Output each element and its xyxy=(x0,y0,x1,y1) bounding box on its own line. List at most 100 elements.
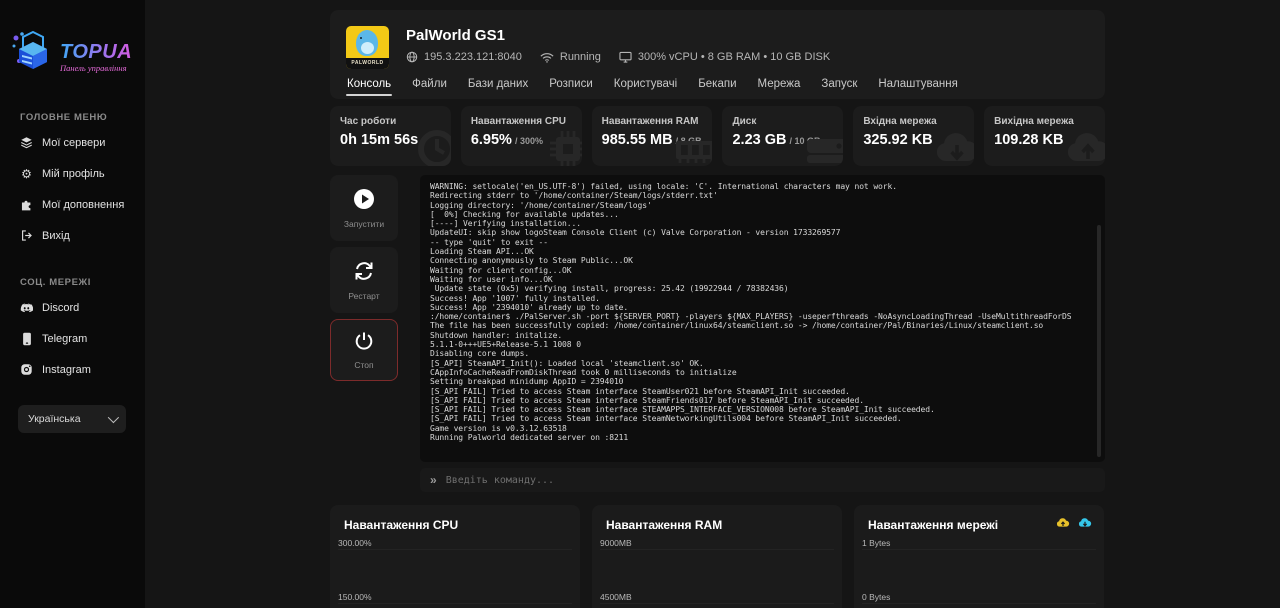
console-line: WARNING: setlocale('en_US.UTF-8') failed… xyxy=(430,182,1095,191)
charts-row: Навантаження CPU 300.00% 150.00% Наванта… xyxy=(330,505,1105,608)
console-line: Success! App '1007' fully installed. xyxy=(430,294,1095,303)
sidebar-item-servers[interactable]: Мої сервери xyxy=(0,127,145,158)
stat-value: 2.23 GB xyxy=(732,132,786,148)
chevron-down-icon xyxy=(108,412,119,423)
brand-subtitle: Панель управління xyxy=(60,63,132,73)
console-line: Loading Steam API...OK xyxy=(430,247,1095,256)
console-line: UpdateUI: skip show logoSteam Console Cl… xyxy=(430,228,1095,237)
brand-name: TOPUA xyxy=(60,42,132,62)
chart-cpu: Навантаження CPU 300.00% 150.00% xyxy=(330,505,580,608)
stat-disk: Диск 2.23 GB/ 10 GB xyxy=(722,106,843,166)
y-tick: 0 Bytes xyxy=(862,592,890,602)
server-resources: 300% vCPU • 8 GB RAM • 10 GB DISK xyxy=(619,51,830,63)
stat-network-out: Вихідна мережа 109.28 KB xyxy=(984,106,1105,166)
sidebar-item-addons[interactable]: Мої доповнення xyxy=(0,189,145,220)
console-line: [ 0%] Checking for available updates... xyxy=(430,210,1095,219)
console-line: Logging directory: '/home/container/Stea… xyxy=(430,201,1095,210)
power-icon xyxy=(354,331,374,354)
language-value: Українська xyxy=(28,413,81,425)
stat-value: 325.92 KB xyxy=(863,132,932,148)
sidebar-item-instagram[interactable]: Instagram xyxy=(0,354,145,385)
start-button[interactable]: Запустити xyxy=(330,175,398,241)
console-line: Setting breakpad minidump AppID = 239401… xyxy=(430,377,1095,386)
stat-network-in: Вхідна мережа 325.92 KB xyxy=(853,106,974,166)
stat-value: 0h 15m 56s xyxy=(340,132,418,148)
language-select[interactable]: Українська xyxy=(18,405,126,433)
sign-out-icon xyxy=(20,229,33,242)
console-line: The file has been successfully copied: /… xyxy=(430,321,1095,330)
tab[interactable]: Налаштування xyxy=(877,78,958,99)
globe-icon xyxy=(406,51,418,63)
sidebar-section-social: СОЦ. МЕРЕЖІ xyxy=(20,277,145,288)
stat-limit: / 300% xyxy=(515,136,543,146)
stat-uptime: Час роботи 0h 15m 56s xyxy=(330,106,451,166)
ram-icon xyxy=(674,129,712,166)
stats-row: Час роботи 0h 15m 56s Навантаження CPU 6… xyxy=(330,106,1105,166)
stop-button[interactable]: Стоп xyxy=(330,319,398,381)
stat-ram: Навантаження RAM 985.55 MB/ 8 GB xyxy=(592,106,713,166)
prompt-chevrons-icon: » xyxy=(430,474,437,486)
console-line: Shutdown handler: initalize. xyxy=(430,331,1095,340)
palworld-logo-text: PALWORLD xyxy=(346,58,389,69)
sidebar-item-label: Мої сервери xyxy=(42,137,105,149)
clock-icon xyxy=(417,129,451,166)
server-status: Running xyxy=(540,51,601,63)
brand-logo[interactable]: TOPUA Панель управління xyxy=(0,14,145,86)
console-line: [S_API FAIL] Tried to access Steam inter… xyxy=(430,405,1095,414)
console-lines: WARNING: setlocale('en_US.UTF-8') failed… xyxy=(430,182,1095,442)
console-line: CAppInfoCacheReadFromDiskThread took 0 m… xyxy=(430,368,1095,377)
sidebar-item-discord[interactable]: Discord xyxy=(0,292,145,323)
panel-root: TOPUA Панель управління ГОЛОВНЕ МЕНЮ Мої… xyxy=(0,0,1280,608)
console-line: Redirecting stderr to '/home/container/S… xyxy=(430,191,1095,200)
restart-icon xyxy=(353,260,375,285)
console-line: Connecting anonymously to Steam Public..… xyxy=(430,256,1095,265)
cpu-icon xyxy=(548,129,582,166)
cloud-upload-icon xyxy=(1065,129,1105,166)
y-tick: 9000MB xyxy=(600,538,632,548)
network-legend xyxy=(1056,517,1092,529)
sidebar-item-telegram[interactable]: Telegram xyxy=(0,323,145,354)
stat-value: 109.28 KB xyxy=(994,132,1063,148)
console-line: Waiting for client config...OK xyxy=(430,266,1095,275)
tab[interactable]: Розписи xyxy=(548,78,594,99)
cloud-download-icon xyxy=(934,129,974,166)
ukraine-flag-icon xyxy=(114,30,134,42)
server-avatar: PALWORLD xyxy=(346,26,389,69)
tab[interactable]: Запуск xyxy=(820,78,858,99)
console-line: Game version is v0.3.12.63518 xyxy=(430,424,1095,433)
discord-icon xyxy=(20,301,33,314)
wifi-icon xyxy=(540,52,554,63)
sidebar-item-profile[interactable]: ⚙ Мій профіль xyxy=(0,158,145,189)
console-line: Success! App '2394010' already up to dat… xyxy=(430,303,1095,312)
console-scrollbar[interactable] xyxy=(1097,225,1101,457)
chart-ram: Навантаження RAM 9000MB 4500MB xyxy=(592,505,842,608)
sidebar-section-main: ГОЛОВНЕ МЕНЮ xyxy=(20,112,145,123)
tab[interactable]: Користувачі xyxy=(613,78,678,99)
stat-value: 985.55 MB xyxy=(602,132,673,148)
sidebar-item-label: Мій профіль xyxy=(42,168,105,180)
console-line: [S_API FAIL] Tried to access Steam inter… xyxy=(430,396,1095,405)
tab[interactable]: Бекапи xyxy=(697,78,737,99)
tab[interactable]: Консоль xyxy=(346,78,392,99)
hdd-icon xyxy=(805,129,843,166)
tab[interactable]: Мережа xyxy=(757,78,802,99)
tab[interactable]: Файли xyxy=(411,78,448,99)
y-tick: 4500MB xyxy=(600,592,632,602)
instagram-icon xyxy=(20,363,33,376)
restart-button[interactable]: Рестарт xyxy=(330,247,398,313)
sidebar-item-logout[interactable]: Вихід xyxy=(0,220,145,251)
y-tick: 150.00% xyxy=(338,592,372,602)
console-line: 5.1.1-0+++UE5+Release-5.1 1008 0 xyxy=(430,340,1095,349)
y-tick: 1 Bytes xyxy=(862,538,890,548)
brand-cube-icon xyxy=(10,28,56,79)
sidebar: TOPUA Панель управління ГОЛОВНЕ МЕНЮ Мої… xyxy=(0,0,145,608)
tab[interactable]: Бази даних xyxy=(467,78,529,99)
server-name: PalWorld GS1 xyxy=(406,27,830,44)
console-line: Running Palworld dedicated server on :82… xyxy=(430,433,1095,442)
sidebar-item-label: Вихід xyxy=(42,230,70,242)
command-input[interactable] xyxy=(446,475,1095,486)
status-text: Running xyxy=(560,51,601,63)
console-output[interactable]: WARNING: setlocale('en_US.UTF-8') failed… xyxy=(420,175,1105,462)
stat-value: 6.95% xyxy=(471,132,512,148)
server-header: PALWORLD PalWorld GS1 195.3.223.121:8040… xyxy=(330,10,1105,99)
